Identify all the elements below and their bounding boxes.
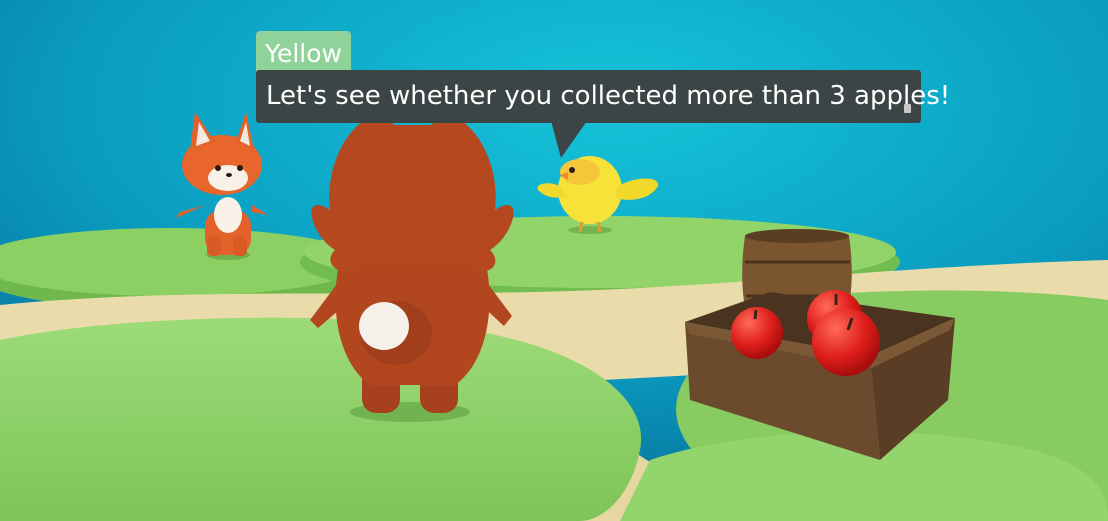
mouse-cursor-icon <box>904 104 911 113</box>
game-viewport[interactable]: Yellow Let's see whether you collected m… <box>0 0 1108 521</box>
dialog-pointer-tail <box>551 121 587 158</box>
apple <box>731 307 783 359</box>
apple <box>812 308 880 376</box>
dialog-text-box[interactable]: Let's see whether you collected more tha… <box>256 70 950 123</box>
